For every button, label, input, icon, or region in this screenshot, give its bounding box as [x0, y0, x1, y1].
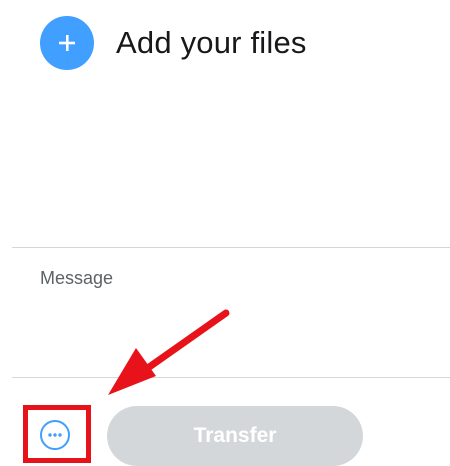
transfer-button[interactable]: Transfer — [107, 406, 363, 466]
transfer-panel: Add your files Transfer — [0, 0, 450, 466]
more-options-button[interactable] — [40, 420, 70, 450]
add-files-label: Add your files — [116, 25, 307, 60]
add-files-button[interactable]: Add your files — [40, 16, 307, 70]
divider — [12, 377, 450, 378]
divider — [12, 247, 450, 248]
ellipsis-icon — [48, 433, 62, 437]
plus-icon — [40, 16, 94, 70]
message-input[interactable] — [40, 268, 440, 328]
